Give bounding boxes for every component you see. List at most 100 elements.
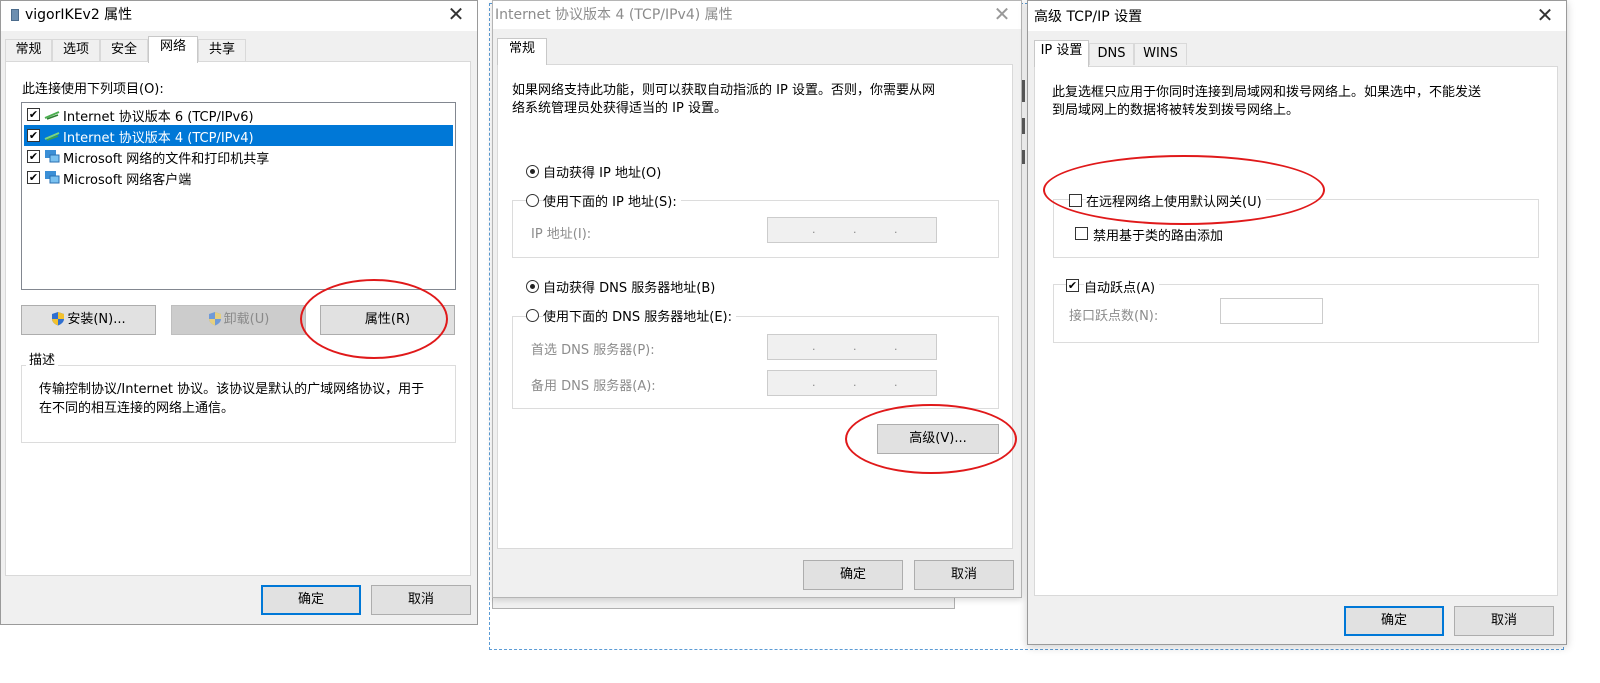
ip-separator: . — [812, 223, 816, 236]
item-label: Microsoft 网络客户端 — [63, 173, 192, 188]
network-client-icon — [45, 171, 60, 184]
auto-ip-label[interactable]: 自动获得 IP 地址(O) — [543, 162, 661, 181]
title-bar[interactable]: Internet 协议版本 4 (TCP/IPv4) 属性 ✕ — [493, 1, 1021, 29]
item-checkbox[interactable]: ✔ — [27, 108, 40, 121]
highlight-ring-properties — [300, 279, 448, 359]
network-protocol-icon — [44, 132, 60, 141]
manual-ip-radio[interactable] — [526, 194, 539, 207]
list-item[interactable]: ✔ Internet 协议版本 6 (TCP/IPv6) — [24, 104, 453, 125]
tab-strip: IP 设置 DNS WINS — [1034, 40, 1334, 67]
cancel-button[interactable]: 取消 — [1454, 606, 1554, 636]
uninstall-button-label: 卸载(U) — [223, 312, 270, 327]
auto-ip-radio[interactable] — [526, 165, 539, 178]
ip-address-label: IP 地址(I): — [531, 227, 592, 242]
ip-settings-panel: 此复选框只应用于你同时连接到局域网和拨号网络上。如果选中，不能发送 到局域网上的… — [1034, 66, 1558, 596]
tab-ip-settings[interactable]: IP 设置 — [1034, 40, 1089, 67]
cancel-button[interactable]: 取消 — [371, 585, 471, 615]
tab-strip: 常规 选项 安全 网络 共享 — [5, 36, 465, 63]
connection-icon — [11, 9, 19, 21]
dialog-title: Internet 协议版本 4 (TCP/IPv4) 属性 — [495, 7, 733, 23]
item-label: Internet 协议版本 6 (TCP/IPv6) — [63, 110, 254, 125]
dialog-title: vigorIKEv2 属性 — [25, 7, 133, 23]
manual-ip-label[interactable]: 使用下面的 IP 地址(S): — [543, 191, 681, 210]
tab-general[interactable]: 常规 — [497, 38, 547, 65]
alternate-dns-field[interactable]: ... — [767, 370, 937, 396]
tab-sharing[interactable]: 共享 — [198, 39, 246, 61]
uninstall-button[interactable]: 卸载(U) — [171, 305, 306, 335]
ip-separator: . — [812, 376, 816, 389]
close-icon[interactable]: ✕ — [987, 2, 1017, 28]
ip-separator: . — [812, 340, 816, 353]
auto-dns-radio[interactable] — [526, 280, 539, 293]
list-item[interactable]: ✔ Microsoft 网络客户端 — [24, 167, 453, 188]
ip-separator: . — [894, 376, 898, 389]
ip-separator: . — [853, 340, 857, 353]
disable-class-route-label[interactable]: 禁用基于类的路由添加 — [1093, 225, 1223, 244]
network-share-icon — [45, 150, 60, 163]
close-icon[interactable]: ✕ — [441, 2, 471, 28]
preferred-dns-label: 首选 DNS 服务器(P): — [531, 343, 655, 358]
description-text-line2: 在不同的相互连接的网络上通信。 — [39, 401, 235, 416]
disable-class-route-checkbox[interactable] — [1075, 227, 1088, 240]
close-icon[interactable]: ✕ — [1530, 3, 1560, 29]
uac-shield-icon — [52, 312, 65, 326]
info-text-line2: 到局域网上的数据将被转发到拨号网络上。 — [1052, 103, 1300, 118]
interface-metric-label: 接口跃点数(N): — [1069, 309, 1159, 324]
tab-wins[interactable]: WINS — [1134, 43, 1187, 65]
install-button[interactable]: 安装(N)... — [21, 305, 156, 335]
intro-text-line2: 络系统管理员处获得适当的 IP 设置。 — [512, 101, 727, 116]
item-label: Microsoft 网络的文件和打印机共享 — [63, 152, 270, 167]
item-checkbox[interactable]: ✔ — [27, 171, 40, 184]
auto-metric-checkbox[interactable]: ✔ — [1066, 279, 1079, 292]
tab-network[interactable]: 网络 — [148, 36, 198, 63]
window-edge-fragment — [1022, 150, 1025, 164]
window-edge-fragment — [1022, 118, 1025, 134]
item-checkbox[interactable]: ✔ — [27, 129, 40, 142]
list-item[interactable]: ✔ Microsoft 网络的文件和打印机共享 — [24, 146, 453, 167]
title-bar[interactable]: 高级 TCP/IP 设置 ✕ — [1028, 1, 1566, 31]
ip-address-field[interactable]: ... — [767, 217, 937, 243]
title-bar[interactable]: vigorIKEv2 属性 ✕ — [1, 1, 477, 31]
ipv4-properties-dialog: Internet 协议版本 4 (TCP/IPv4) 属性 ✕ 常规 如果网络支… — [492, 0, 1022, 598]
description-text-line1: 传输控制协议/Internet 协议。该协议是默认的广域网络协议，用于 — [39, 382, 425, 397]
items-list-label: 此连接使用下列项目(O): — [22, 82, 164, 97]
network-protocol-icon — [44, 111, 60, 120]
tab-general[interactable]: 常规 — [5, 39, 52, 61]
ok-button[interactable]: 确定 — [1344, 606, 1444, 636]
highlight-ring-default-gateway — [1043, 155, 1325, 225]
radio-dot — [530, 284, 535, 289]
auto-metric-label[interactable]: 自动跃点(A) — [1084, 277, 1160, 296]
manual-dns-label[interactable]: 使用下面的 DNS 服务器地址(E): — [543, 306, 736, 325]
ip-separator: . — [894, 340, 898, 353]
intro-text-line1: 如果网络支持此功能，则可以获取自动指派的 IP 设置。否则，你需要从网 — [512, 83, 935, 98]
preferred-dns-field[interactable]: ... — [767, 334, 937, 360]
info-text-line1: 此复选框只应用于你同时连接到局域网和拨号网络上。如果选中，不能发送 — [1052, 85, 1482, 100]
highlight-ring-advanced — [845, 404, 1017, 474]
general-tab-panel: 如果网络支持此功能，则可以获取自动指派的 IP 设置。否则，你需要从网 络系统管… — [497, 64, 1013, 549]
list-item-selected[interactable]: ✔ Internet 协议版本 4 (TCP/IPv4) — [24, 125, 453, 146]
uac-shield-icon — [208, 312, 221, 326]
interface-metric-field[interactable] — [1220, 298, 1323, 324]
ip-separator: . — [894, 223, 898, 236]
ip-separator: . — [853, 376, 857, 389]
ok-button[interactable]: 确定 — [803, 560, 903, 590]
dialog-title: 高级 TCP/IP 设置 — [1034, 9, 1143, 25]
manual-dns-radio[interactable] — [526, 309, 539, 322]
install-button-label: 安装(N)... — [67, 312, 126, 327]
ip-separator: . — [853, 223, 857, 236]
advanced-tcpip-dialog: 高级 TCP/IP 设置 ✕ IP 设置 DNS WINS 此复选框只应用于你同… — [1027, 0, 1567, 645]
tab-strip: 常规 — [497, 38, 597, 65]
alternate-dns-label: 备用 DNS 服务器(A): — [531, 379, 656, 394]
tab-security[interactable]: 安全 — [100, 39, 148, 61]
radio-dot — [530, 169, 535, 174]
tab-dns[interactable]: DNS — [1089, 43, 1134, 65]
description-title: 描述 — [26, 349, 59, 368]
components-list[interactable]: ✔ Internet 协议版本 6 (TCP/IPv6) ✔ Internet … — [21, 102, 456, 290]
auto-dns-label[interactable]: 自动获得 DNS 服务器地址(B) — [543, 277, 715, 296]
window-edge-fragment — [1022, 80, 1025, 102]
item-label: Internet 协议版本 4 (TCP/IPv4) — [63, 131, 254, 146]
ok-button[interactable]: 确定 — [261, 585, 361, 615]
item-checkbox[interactable]: ✔ — [27, 150, 40, 163]
tab-options[interactable]: 选项 — [52, 39, 100, 61]
cancel-button[interactable]: 取消 — [914, 560, 1014, 590]
